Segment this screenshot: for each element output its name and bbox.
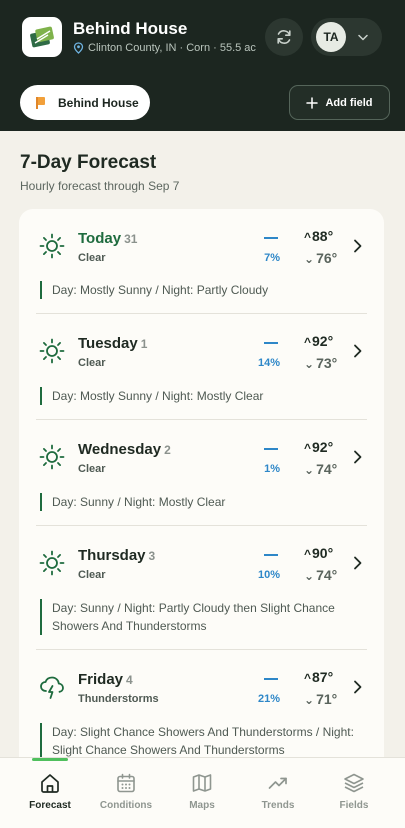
chevron-right-icon[interactable] — [353, 344, 363, 358]
day-number: 1 — [140, 337, 148, 351]
add-field-button[interactable]: Add field — [289, 85, 390, 120]
refresh-button[interactable] — [265, 18, 303, 56]
map-icon — [192, 774, 212, 792]
flag-icon — [36, 96, 45, 109]
app-header: Behind House Clinton County, IN · Corn ·… — [0, 0, 405, 131]
day-detail: Day: Sunny / Night: Mostly Clear — [40, 493, 360, 511]
low-temp: 73° — [304, 355, 337, 371]
day-detail: Day: Slight Chance Showers And Thunderst… — [40, 723, 360, 757]
avatar: TA — [316, 22, 346, 52]
sun-icon — [39, 550, 65, 576]
forecast-list: Today31 Clear 7% 88° 76° Day: Mostly Sun… — [19, 209, 384, 757]
day-condition: Clear — [78, 357, 106, 369]
nav-tab-trends[interactable]: Trends — [243, 772, 313, 811]
day-condition: Clear — [78, 569, 106, 581]
nav-tab-fields[interactable]: Fields — [319, 772, 389, 811]
forecast-row-thursday[interactable]: Thursday3 Clear 10% 90° 74° Day: Sunny /… — [36, 526, 367, 650]
nav-tab-maps[interactable]: Maps — [167, 772, 237, 811]
day-detail: Day: Mostly Sunny / Night: Partly Cloudy — [40, 281, 360, 299]
add-field-label: Add field — [325, 96, 373, 109]
forecast-row-wednesday[interactable]: Wednesday2 Clear 1% 92° 74° Day: Sunny /… — [36, 420, 367, 526]
forecast-row-tuesday[interactable]: Tuesday1 Clear 14% 92° 73° Day: Mostly S… — [36, 314, 367, 420]
chevron-down-icon — [358, 34, 368, 40]
low-temp: 71° — [304, 691, 337, 707]
day-name: Friday 4 — [78, 671, 133, 688]
day-condition: Clear — [78, 463, 106, 475]
day-number: 3 — [148, 549, 156, 563]
precip-chance: 10% — [257, 569, 280, 581]
nav-tab-forecast[interactable]: Forecast — [15, 772, 85, 811]
field-location-text: Clinton County, IN · Corn · 55.5 ac — [88, 42, 256, 54]
sun-icon — [39, 338, 65, 364]
plus-icon — [306, 96, 319, 109]
precip-dash — [264, 237, 278, 239]
trend-up-icon — [268, 777, 287, 789]
day-name: Thursday 3 — [78, 547, 156, 564]
field-chip-label: Behind House — [58, 95, 139, 110]
day-number: 4 — [126, 673, 133, 687]
field-location: Clinton County, IN · Corn · 55.5 ac — [73, 42, 256, 54]
day-detail: Day: Sunny / Night: Partly Cloudy then S… — [40, 599, 360, 635]
low-temp: 76° — [304, 250, 337, 266]
precip-chance: 21% — [257, 693, 280, 705]
precip-dash — [264, 342, 278, 344]
home-icon — [41, 774, 59, 793]
forecast-row-friday[interactable]: Friday4 Thunderstorms 21% 87° 71° Day: S… — [36, 650, 367, 757]
thunderstorm-icon — [40, 676, 64, 699]
calendar-icon — [117, 773, 135, 793]
day-number: 31 — [124, 232, 138, 246]
precip-chance: 14% — [257, 357, 280, 369]
high-temp: 87° — [304, 669, 333, 685]
nav-label: Fields — [339, 800, 369, 811]
app-logo — [22, 17, 62, 57]
low-temp: 74° — [304, 567, 337, 583]
nav-label: Maps — [189, 800, 215, 811]
day-condition: Clear — [78, 252, 106, 264]
chevron-right-icon[interactable] — [353, 239, 363, 253]
day-name: Today 31 — [78, 230, 138, 247]
active-tab-indicator — [32, 758, 68, 761]
location-pin-icon — [73, 42, 84, 54]
sun-icon — [39, 444, 65, 470]
bottom-nav: Forecast Conditions Maps Trends Fields — [0, 757, 405, 828]
nav-label: Forecast — [29, 800, 71, 811]
forecast-panel[interactable]: 7-Day Forecast Hourly forecast through S… — [3, 131, 402, 757]
high-temp: 88° — [304, 228, 333, 244]
precip-chance: 1% — [264, 463, 280, 475]
day-name: Tuesday 1 — [78, 335, 148, 352]
nav-tab-conditions[interactable]: Conditions — [91, 772, 161, 811]
chevron-right-icon[interactable] — [353, 680, 363, 694]
nav-label: Conditions — [99, 800, 153, 811]
high-temp: 92° — [304, 439, 333, 455]
field-logo-icon — [30, 26, 54, 48]
high-temp: 90° — [304, 545, 333, 561]
refresh-icon — [277, 30, 291, 44]
low-temp: 74° — [304, 461, 337, 477]
section-subtitle: Hourly forecast through Sep 7 — [20, 179, 180, 193]
section-title: 7-Day Forecast — [20, 152, 157, 173]
field-title: Behind House — [73, 19, 188, 38]
day-condition: Thunderstorms — [78, 693, 159, 705]
high-temp: 92° — [304, 333, 333, 349]
chevron-right-icon[interactable] — [353, 556, 363, 570]
chevron-right-icon[interactable] — [353, 450, 363, 464]
forecast-row-today[interactable]: Today31 Clear 7% 88° 76° Day: Mostly Sun… — [36, 209, 367, 314]
precip-dash — [264, 554, 278, 556]
precip-dash — [264, 448, 278, 450]
day-name: Wednesday 2 — [78, 441, 171, 458]
precip-dash — [264, 678, 278, 680]
day-number: 2 — [164, 443, 171, 457]
precip-chance: 7% — [264, 252, 280, 264]
nav-label: Trends — [261, 800, 295, 811]
day-detail: Day: Mostly Sunny / Night: Mostly Clear — [40, 387, 360, 405]
user-menu-button[interactable]: TA — [311, 18, 382, 56]
sun-icon — [39, 233, 65, 259]
field-selector-chip[interactable]: Behind House — [20, 85, 150, 120]
layers-icon — [344, 773, 364, 793]
